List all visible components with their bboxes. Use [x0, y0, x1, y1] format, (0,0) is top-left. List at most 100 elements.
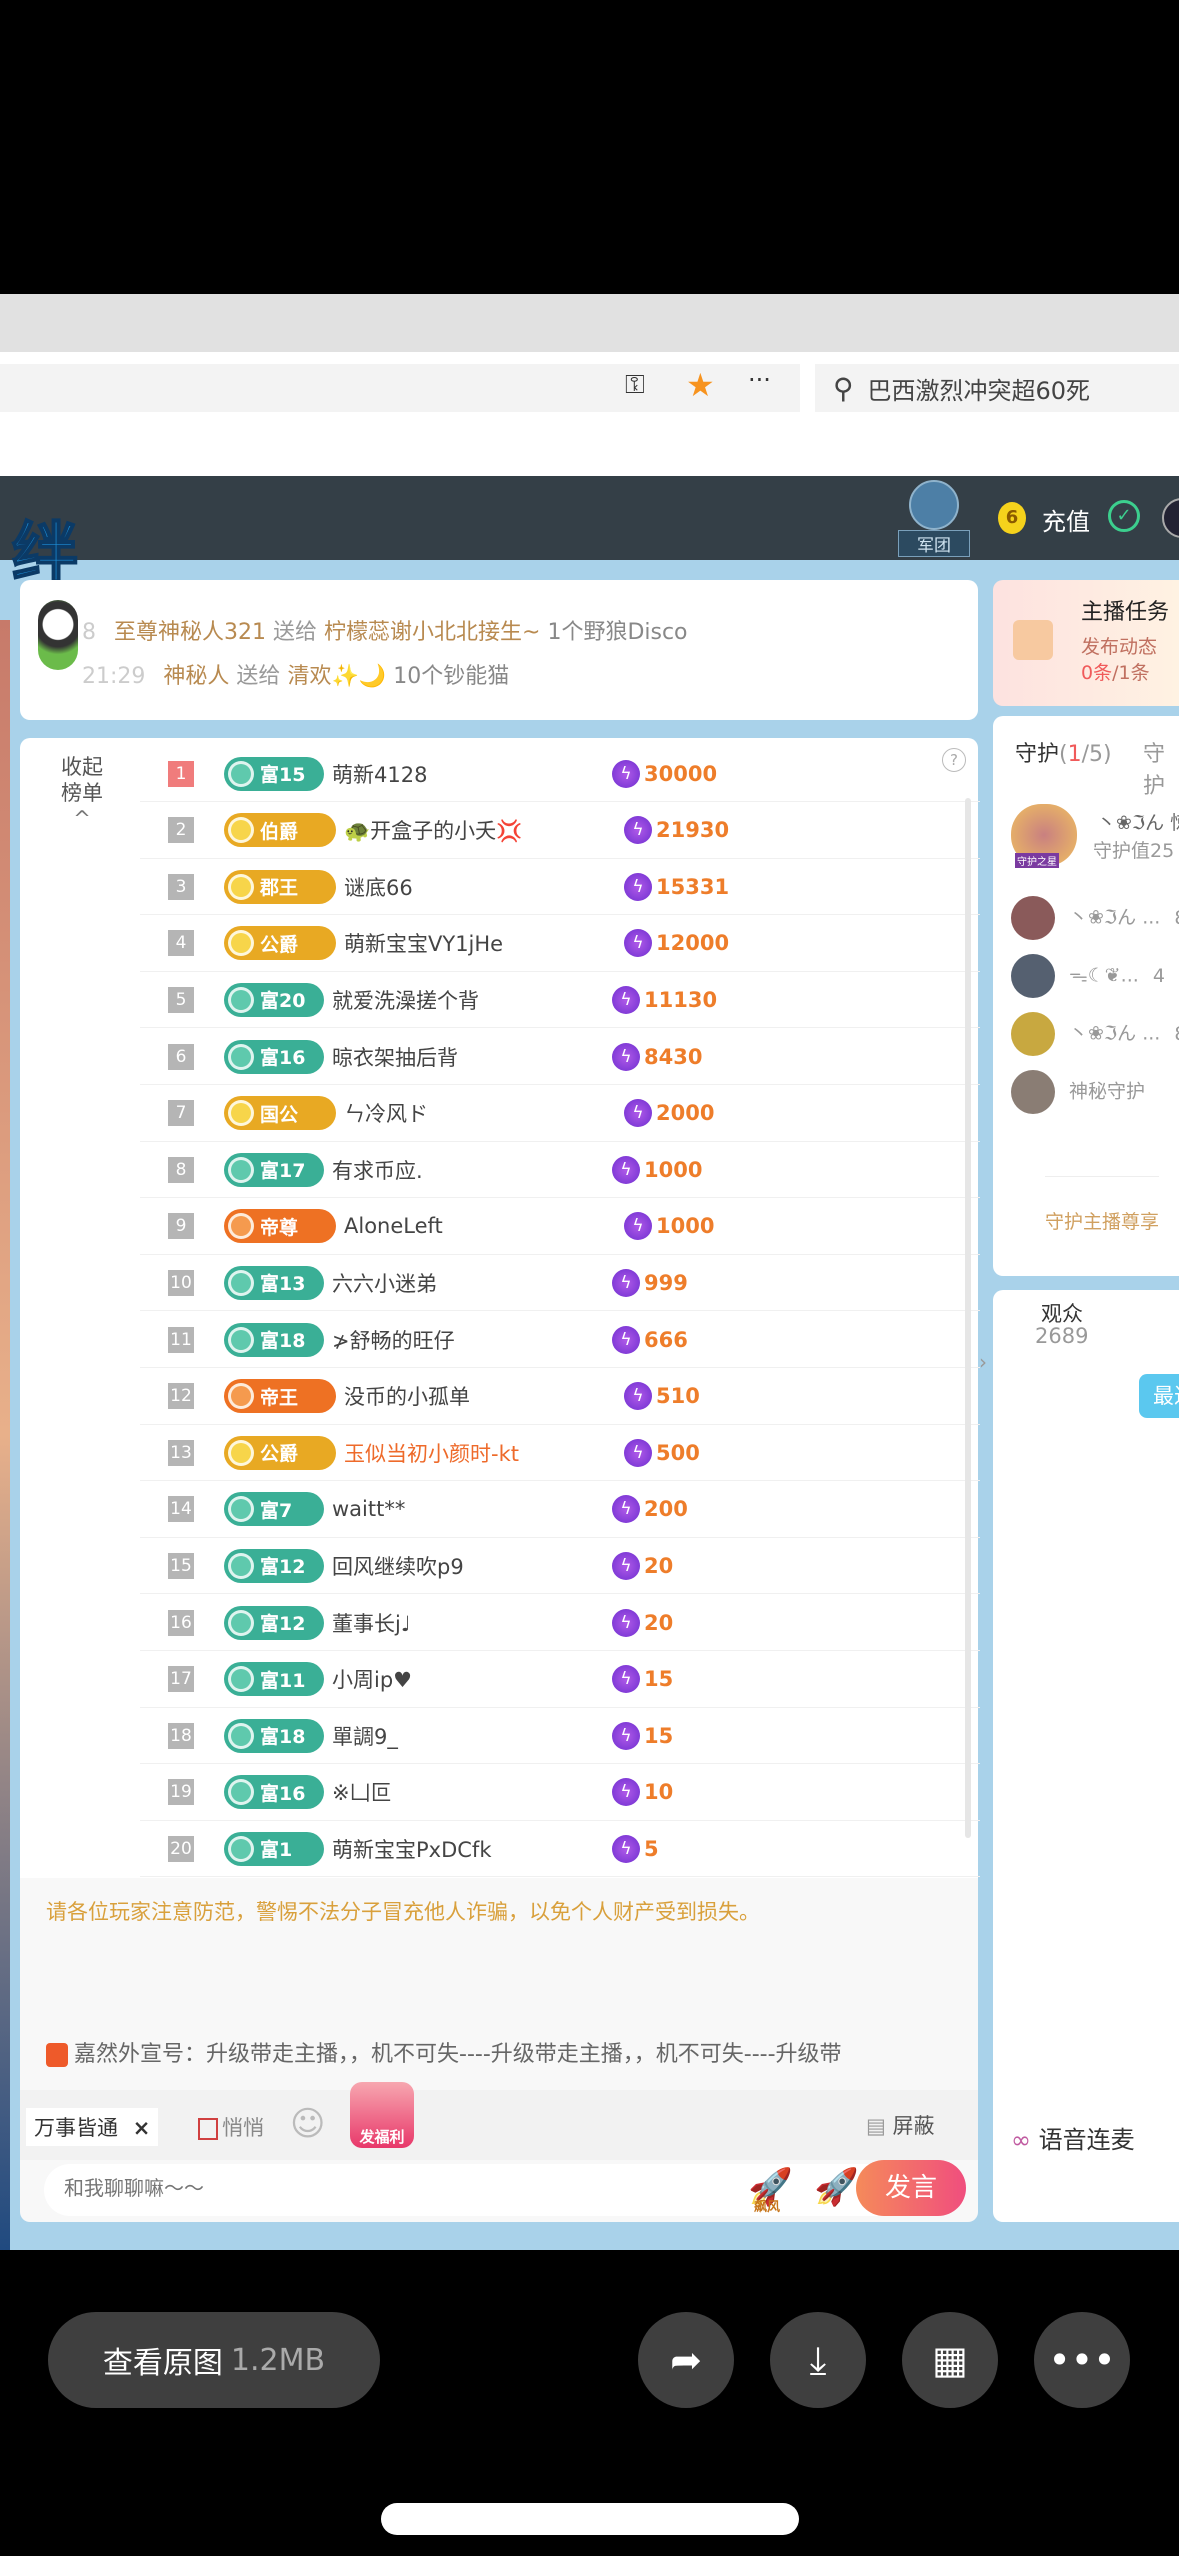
ranking-row[interactable]: 18 富18 單調9_ ϟ 15 — [140, 1708, 980, 1765]
contribution-value: 10 — [644, 1780, 674, 1805]
contribution-value: 12000 — [656, 931, 730, 956]
ranking-row[interactable]: 15 富12 回风继续吹p9 ϟ 20 — [140, 1538, 980, 1595]
badge-emblem-icon — [228, 1496, 254, 1523]
badge-emblem-icon — [228, 986, 254, 1013]
ranking-row[interactable]: 4 公爵 萌新宝宝VY1jHe ϟ 12000 — [140, 916, 980, 972]
recent-button[interactable]: 最近 — [1139, 1374, 1179, 1418]
lightning-coin-icon: ϟ — [624, 816, 652, 845]
lightning-coin-icon: ϟ — [624, 1099, 652, 1128]
close-icon[interactable]: × — [133, 2116, 151, 2140]
star-icon[interactable]: ★ — [686, 366, 715, 404]
ranking-row[interactable]: 17 富11 小周ip♥ ϟ 15 — [140, 1652, 980, 1708]
user-name[interactable]: waitt** — [332, 1497, 612, 1521]
user-name[interactable]: AloneLeft — [344, 1214, 624, 1238]
key-icon[interactable]: ⚿ — [625, 370, 645, 401]
guard-list-item[interactable]: 丶❀ℑん ... 8 — [1011, 896, 1179, 940]
view-original-button[interactable]: 查看原图 1.2MB — [48, 2312, 380, 2408]
check-icon[interactable]: ✓ — [1108, 500, 1140, 532]
ranking-row[interactable]: 7 国公 ㄣ冷风ド ϟ 2000 — [140, 1086, 980, 1142]
ranking-row[interactable]: 12 帝王 没币的小孤单 ϟ 510 — [140, 1369, 980, 1425]
voice-link-button[interactable]: ∞ 语音连麦 — [1011, 2120, 1135, 2155]
user-name[interactable]: 回风继续吹p9 — [332, 1551, 612, 1581]
user-name[interactable]: 萌新4128 — [332, 759, 612, 789]
rank-number: 11 — [168, 1326, 194, 1353]
user-name[interactable]: 萌新宝宝VY1jHe — [344, 928, 624, 958]
rocket-red-icon[interactable]: 🚀 — [814, 2166, 859, 2208]
badge-emblem-icon — [228, 873, 254, 900]
lightning-coin-icon: ϟ — [612, 759, 640, 788]
ranking-row[interactable]: 14 富7 waitt** ϟ 200 — [140, 1482, 980, 1538]
guard-top-avatar[interactable]: 守护之星 — [1011, 804, 1077, 868]
user-avatar[interactable] — [1162, 498, 1179, 538]
legion-button[interactable]: 军团 — [898, 480, 970, 557]
guard-tab[interactable]: 守护(1/5) — [1015, 736, 1112, 768]
grid-icon[interactable]: ▦ — [902, 2312, 998, 2408]
search-box[interactable]: ⚲ 巴西激烈冲突超60死 — [815, 364, 1179, 412]
ranking-row[interactable]: 5 富20 就爱洗澡搓个背 ϟ 11130 — [140, 972, 980, 1029]
scrollbar[interactable] — [965, 798, 971, 1838]
ranking-row[interactable]: 16 富12 董事长j♩ ϟ 20 — [140, 1595, 980, 1651]
user-name[interactable]: 🐢开盒子的小夭💢 — [344, 815, 624, 845]
search-text: 巴西激烈冲突超60死 — [867, 376, 1091, 405]
ranking-row[interactable]: 11 富18 ≯舒畅的旺仔 ϟ 666 — [140, 1312, 980, 1368]
level-badge: 公爵 — [224, 1435, 336, 1470]
badge-emblem-icon — [228, 1609, 254, 1636]
user-name[interactable]: 六六小迷弟 — [332, 1268, 612, 1298]
url-field[interactable] — [0, 364, 800, 412]
level-badge: 富1 — [224, 1831, 324, 1866]
user-name[interactable]: 谜底66 — [344, 872, 624, 902]
ranking-row[interactable]: 13 公爵 玉似当初小颜时-kt ϟ 500 — [140, 1425, 980, 1482]
ranking-row[interactable]: 8 富17 有求币应. ϟ 1000 — [140, 1142, 980, 1199]
ranking-row[interactable]: 10 富13 六六小迷弟 ϟ 999 — [140, 1255, 980, 1312]
user-name[interactable]: 有求币应. — [332, 1155, 612, 1185]
guard-list-item[interactable]: 丶❀ℑん ... 8 — [1011, 1012, 1179, 1056]
expand-arrow-icon[interactable]: › — [979, 1350, 987, 1374]
audience-count: 2689 — [1035, 1324, 1089, 1348]
guard-top-name: 丶❀ℑん 惊 — [1097, 812, 1179, 834]
rocket-label: 飙风 — [754, 2200, 781, 2215]
more-icon[interactable]: ··· — [748, 366, 771, 394]
emoji-icon[interactable]: ☺ — [290, 2104, 325, 2144]
send-button[interactable]: 发言 — [856, 2160, 966, 2216]
user-name[interactable]: 小周ip♥ — [332, 1664, 612, 1694]
user-name[interactable]: 萌新宝宝PxDCfk — [332, 1834, 612, 1864]
whisper-checkbox[interactable]: 悄悄 — [198, 2112, 264, 2142]
user-name[interactable]: 就爱洗澡搓个背 — [332, 985, 612, 1015]
user-name[interactable]: ≯舒畅的旺仔 — [332, 1325, 612, 1355]
block-button[interactable]: ▤ 屏蔽 — [866, 2110, 935, 2140]
chat-input[interactable]: 🚀 飙风 🚀 — [44, 2164, 964, 2216]
ranking-row[interactable]: 19 富16 ※凵叵 ϟ 10 — [140, 1765, 980, 1821]
anchor-task-card[interactable]: 主播任务 发布动态 0条/1条 — [993, 580, 1179, 706]
guard-list-item[interactable]: 神秘守护 — [1011, 1070, 1145, 1114]
ranking-row[interactable]: 2 伯爵 🐢开盒子的小夭💢 ϟ 21930 — [140, 803, 980, 859]
user-name[interactable]: 單調9_ — [332, 1721, 612, 1751]
download-icon[interactable]: ⤓ — [770, 2312, 866, 2408]
ranking-row[interactable]: 9 帝尊 AloneLeft ϟ 1000 — [140, 1199, 980, 1255]
user-name[interactable]: ㄣ冷风ド — [344, 1098, 624, 1128]
search-icon: ⚲ — [833, 371, 854, 405]
user-name[interactable]: 没币的小孤单 — [344, 1381, 624, 1411]
user-name[interactable]: 董事长j♩ — [332, 1608, 612, 1638]
browser-tab-bar — [0, 294, 1179, 352]
user-name[interactable]: 玉似当初小颜时-kt — [344, 1438, 624, 1468]
medal-tag[interactable]: 万事皆通 × — [26, 2108, 159, 2146]
recharge-link[interactable]: 充值 — [1042, 502, 1090, 537]
rank-number: 18 — [168, 1722, 194, 1749]
lightning-coin-icon: ϟ — [624, 1438, 652, 1467]
user-name[interactable]: ※凵叵 — [332, 1777, 612, 1807]
guard-anchor-link[interactable]: 守护主播尊享 — [1045, 1176, 1160, 1234]
chat-input-field[interactable] — [64, 2178, 664, 2201]
more-icon[interactable]: ••• — [1034, 2312, 1130, 2408]
guard-list-item[interactable]: ᯓ☾❦... 4 — [1011, 954, 1165, 998]
welfare-button[interactable]: 发福利 — [350, 2082, 414, 2148]
collapse-ranking-button[interactable]: 收起榜单 ^ — [58, 754, 106, 832]
ranking-row[interactable]: 3 郡王 谜底66 ϟ 15331 — [140, 859, 980, 916]
ranking-row[interactable]: 20 富1 萌新宝宝PxDCfk ϟ 5 — [140, 1821, 980, 1878]
share-icon[interactable]: ➦ — [638, 2312, 734, 2408]
rank-number: 6 — [168, 1043, 194, 1070]
ranking-row[interactable]: 6 富16 晾衣架抽后背 ϟ 8430 — [140, 1029, 980, 1085]
guard-tab-2[interactable]: 守护 — [1143, 736, 1179, 800]
badge-emblem-icon — [228, 1326, 254, 1353]
user-name[interactable]: 晾衣架抽后背 — [332, 1042, 612, 1072]
ranking-row[interactable]: 1 富15 萌新4128 ϟ 30000 — [140, 746, 980, 802]
